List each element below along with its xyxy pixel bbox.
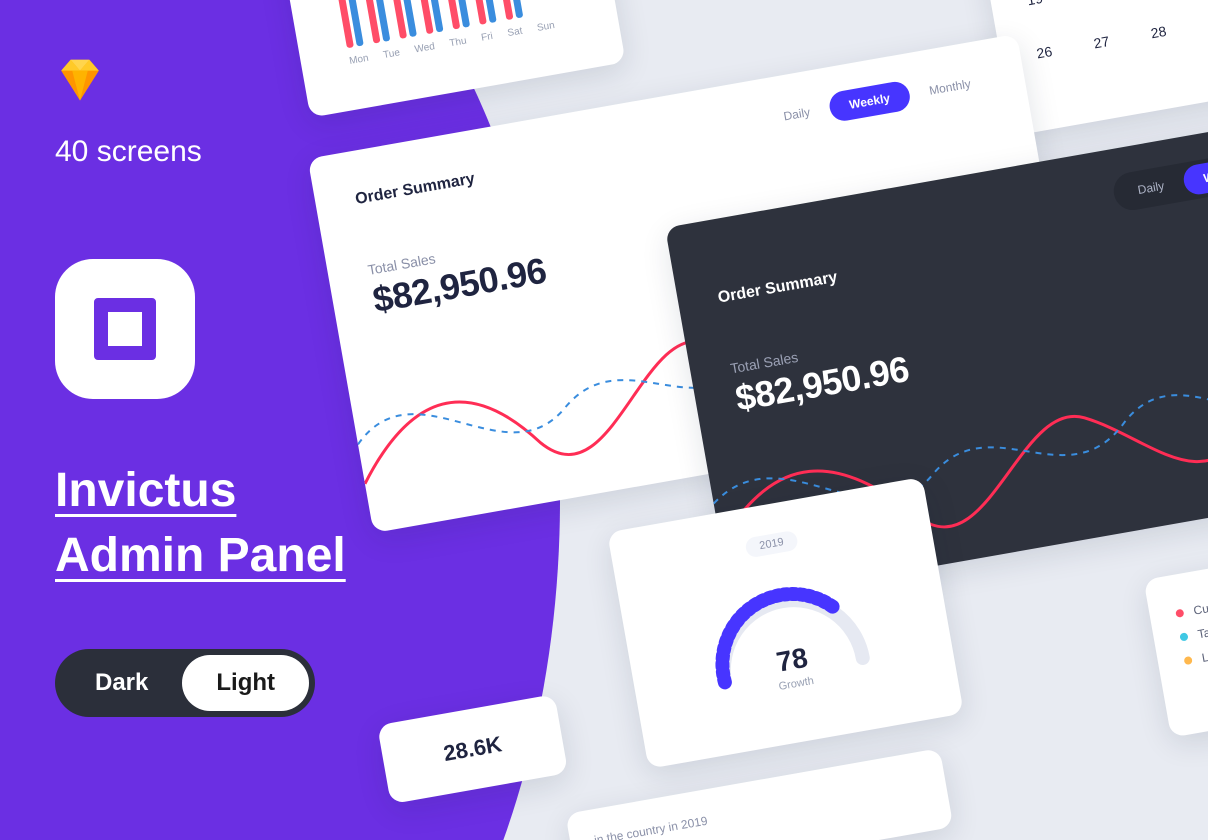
bar-x-label: Sat — [507, 26, 524, 39]
stat-value: 28.6K — [441, 731, 503, 767]
promo-canvas: 40 screens Invictus Admin Panel Dark Lig… — [0, 0, 1208, 840]
bar-x-label: Sun — [536, 20, 555, 34]
gauge-card: 2019 78 Growth — [607, 477, 964, 769]
bar-x-label: Thu — [449, 36, 468, 50]
sketch-icon — [55, 55, 105, 105]
country-text: in the country in 2019 — [593, 776, 922, 840]
tab-daily[interactable]: Daily — [761, 94, 832, 135]
legend-card: Current$50037%Target$50035%Lost$50028% — [1143, 523, 1208, 738]
legend-dot-icon — [1179, 632, 1188, 641]
bar-group — [332, 0, 364, 48]
tab-weekly-dark[interactable]: Weekly — [1181, 153, 1208, 197]
calendar-day[interactable]: 28 — [1138, 11, 1180, 53]
range-tabs: Daily Weekly Monthly — [761, 65, 993, 134]
stat-card: 28.6K — [377, 694, 568, 804]
range-tabs-dark: Daily Weekly Monthly — [1111, 134, 1208, 213]
country-card: in the country in 2019 — [565, 748, 953, 840]
product-logo — [55, 259, 195, 399]
bar-x-label: Mon — [348, 53, 369, 67]
bar-x-label: Fri — [480, 31, 493, 44]
legend-label: Current — [1192, 597, 1208, 618]
theme-dark-option[interactable]: Dark — [61, 655, 182, 711]
tab-daily-dark[interactable]: Daily — [1116, 167, 1187, 208]
screens-count: 40 screens — [55, 135, 346, 169]
calendar-day[interactable]: 27 — [1081, 21, 1123, 63]
calendar-day[interactable]: 26 — [1023, 31, 1065, 73]
promo-sidebar: 40 screens Invictus Admin Panel Dark Lig… — [55, 55, 346, 717]
legend-row: Current$50037% — [1175, 559, 1208, 621]
gauge-year[interactable]: 2019 — [744, 530, 799, 559]
title-line-2: Admin Panel — [55, 524, 346, 589]
legend-label: Lost — [1201, 647, 1208, 665]
bar-x-label: Wed — [414, 41, 436, 55]
bar-x-label: Tue — [382, 47, 401, 61]
bar — [494, 0, 513, 20]
gauge-value: 78 — [774, 642, 810, 679]
calendar-day[interactable]: 20 — [1071, 0, 1113, 10]
logo-inner-square — [94, 298, 156, 360]
calendar-day[interactable]: 19 — [1014, 0, 1056, 20]
legend-label: Target — [1197, 622, 1208, 642]
legend-dot-icon — [1175, 609, 1184, 618]
bar-group — [494, 0, 523, 20]
theme-light-option[interactable]: Light — [182, 655, 309, 711]
legend-dot-icon — [1184, 656, 1193, 665]
theme-toggle[interactable]: Dark Light — [55, 649, 315, 717]
bar-group — [387, 0, 417, 39]
product-title: Invictus Admin Panel — [55, 459, 346, 589]
title-line-1: Invictus — [55, 459, 346, 524]
